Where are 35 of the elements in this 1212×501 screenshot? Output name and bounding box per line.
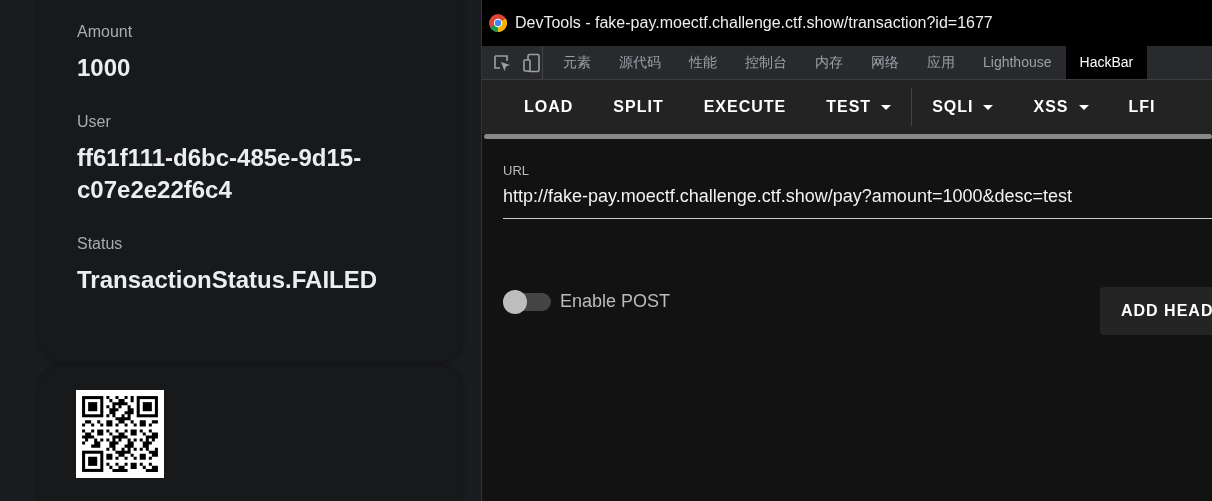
window-title: DevTools - fake-pay.moectf.challenge.ctf.show/transaction?id=1677 [515, 13, 993, 33]
device-toggle-icon[interactable] [522, 52, 542, 73]
field-label: Amount [77, 22, 134, 42]
field-label: Status [77, 234, 124, 254]
devtools-tab[interactable]: 性能 [675, 46, 731, 79]
toolbar-button[interactable]: LOAD [504, 95, 594, 119]
browser-logo-icon [489, 14, 507, 32]
devtools-tab[interactable]: 网络 [857, 46, 913, 79]
devtools-tab[interactable]: 内存 [801, 46, 857, 79]
toolbar-button[interactable]: EXECUTE [683, 95, 807, 119]
field-value: TransactionStatus.FAILED [77, 265, 379, 295]
caret-icon [881, 104, 892, 110]
devtools-tab[interactable]: 元素 [549, 46, 605, 79]
caret-icon [1078, 104, 1089, 110]
toolbar-button[interactable]: SPLIT [593, 95, 684, 119]
devtools-tab[interactable]: 源代码 [605, 46, 675, 79]
url-label: URL [503, 162, 530, 180]
devtools-tab[interactable]: 控制台 [731, 46, 801, 79]
field-label: User [77, 112, 112, 132]
inspect-icon[interactable] [492, 52, 512, 73]
devtools-tab[interactable]: 应用 [913, 46, 969, 79]
toolbar-button[interactable]: LFI [1108, 95, 1176, 119]
devtools-tab[interactable]: Lighthouse [969, 46, 1066, 79]
add-header-button[interactable]: ADD HEAD [1100, 286, 1212, 335]
devtools-tab[interactable]: HackBar [1065, 46, 1148, 79]
toolbar-button[interactable]: TEST [806, 95, 912, 119]
field-value: ff61f111-d6bc-485e-9d15-c07e2e22f6c4 [77, 143, 363, 205]
caret-icon [983, 104, 994, 110]
scrollbar[interactable] [484, 134, 1212, 139]
toggle-label: Enable POST [560, 290, 671, 313]
toggle-switch[interactable] [503, 292, 551, 311]
toolbar-button[interactable]: SQLI [912, 95, 1014, 119]
toolbar-button[interactable]: XSS [1013, 95, 1109, 119]
field-value: 1000 [77, 53, 132, 83]
url-field[interactable]: http://fake-pay.moectf.challenge.ctf.show/pay?amount=1000&desc=test [503, 180, 1212, 219]
